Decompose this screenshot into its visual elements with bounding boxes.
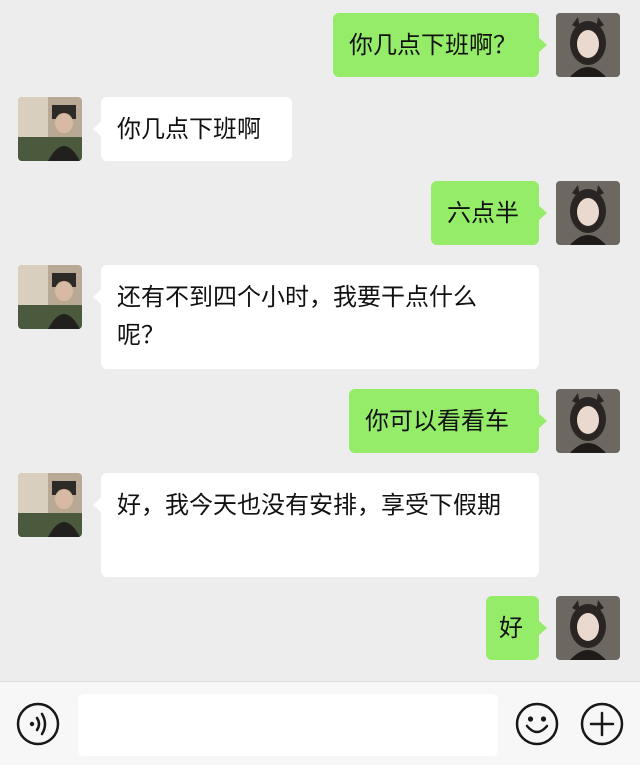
voice-icon[interactable] [16, 702, 60, 746]
emoji-icon[interactable] [515, 702, 559, 746]
contact-avatar[interactable] [18, 97, 82, 161]
message-input[interactable] [78, 694, 498, 756]
message-text: 你几点下班啊？ [349, 31, 517, 59]
input-bar [0, 681, 640, 765]
message-text: 六点半 [447, 199, 519, 227]
my-avatar[interactable] [556, 389, 620, 453]
message-text: 你可以看看车 [365, 407, 509, 435]
plus-icon[interactable] [580, 702, 624, 746]
message-text: 你几点下班啊 [117, 115, 261, 143]
message-bubble-outgoing[interactable]: 你几点下班啊？ [333, 13, 547, 77]
message-text: 还有不到四个小时，我要干点什么呢？ [117, 283, 477, 349]
message-bubble-outgoing[interactable]: 你可以看看车 [349, 389, 547, 453]
contact-avatar[interactable] [18, 473, 82, 537]
message-text: 好 [499, 614, 523, 642]
message-bubble-incoming[interactable]: 还有不到四个小时，我要干点什么呢？ [93, 265, 539, 369]
my-avatar[interactable] [556, 181, 620, 245]
message-bubble-outgoing[interactable]: 六点半 [431, 181, 547, 245]
my-avatar[interactable] [556, 596, 620, 660]
message-bubble-incoming[interactable]: 你几点下班啊 [93, 97, 292, 161]
message-text: 好，我今天也没有安排，享受下假期 [117, 491, 501, 519]
message-bubble-incoming[interactable]: 好，我今天也没有安排，享受下假期 [93, 473, 539, 577]
contact-avatar[interactable] [18, 265, 82, 329]
chat-area: 你几点下班啊？ 你几点下班啊 六点半 还有不到四个小时，我要干点什么呢？ 你可以… [0, 0, 640, 681]
my-avatar[interactable] [556, 13, 620, 77]
message-bubble-outgoing[interactable]: 好 [486, 596, 547, 660]
